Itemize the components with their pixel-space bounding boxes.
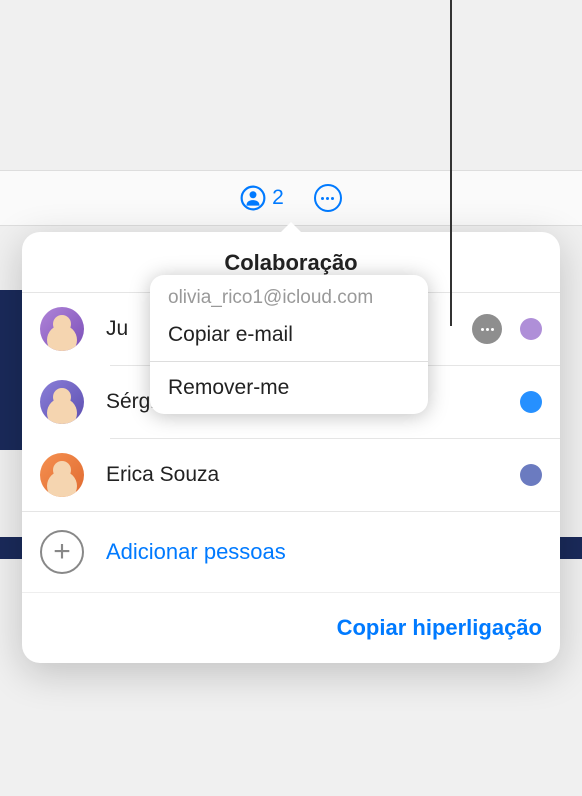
collaboration-button[interactable]: 2: [240, 185, 284, 211]
toolbar: 2: [0, 170, 582, 226]
more-button[interactable]: [314, 184, 342, 212]
participant-more-button[interactable]: [472, 314, 502, 344]
cursor-color-dot: [520, 391, 542, 413]
person-icon: [240, 185, 266, 211]
copy-link-button[interactable]: Copiar hiperligação: [337, 615, 542, 640]
participant-name: Erica Souza: [106, 463, 502, 487]
context-menu: olivia_rico1@icloud.com Copiar e-mail Re…: [150, 275, 428, 414]
add-people-button[interactable]: + Adicionar pessoas: [22, 511, 560, 592]
dot-icon: [486, 328, 489, 331]
dot-icon: [481, 328, 484, 331]
copy-email-item[interactable]: Copiar e-mail: [150, 313, 428, 362]
dot-icon: [491, 328, 494, 331]
avatar: [40, 307, 84, 351]
plus-icon: +: [40, 530, 84, 574]
context-menu-email: olivia_rico1@icloud.com: [150, 275, 428, 313]
avatar: [40, 453, 84, 497]
cursor-color-dot: [520, 318, 542, 340]
callout-line: [450, 0, 452, 326]
dot-icon: [326, 197, 329, 200]
bottom-row: Copiar hiperligação: [22, 592, 560, 663]
participant-row[interactable]: Erica Souza: [22, 439, 560, 511]
popover-title: Colaboração: [22, 250, 560, 276]
avatar: [40, 380, 84, 424]
cursor-color-dot: [520, 464, 542, 486]
collab-count: 2: [272, 186, 284, 210]
dot-icon: [331, 197, 334, 200]
dot-icon: [321, 197, 324, 200]
add-people-label: Adicionar pessoas: [106, 539, 286, 565]
remove-me-item[interactable]: Remover-me: [150, 362, 428, 414]
